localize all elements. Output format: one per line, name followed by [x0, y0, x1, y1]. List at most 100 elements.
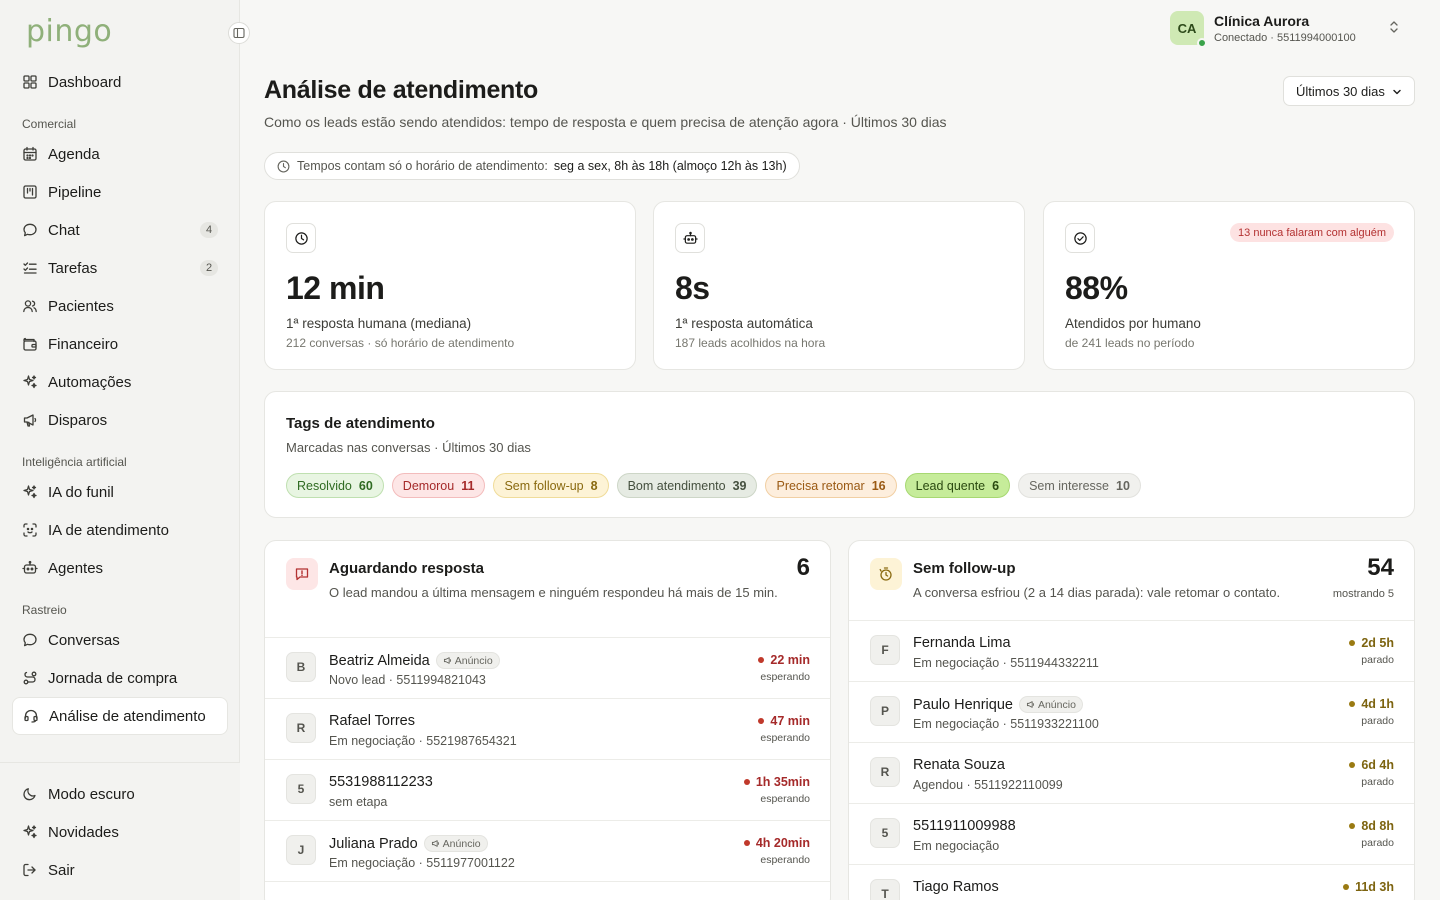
tag-chip-precisa-retomar[interactable]: Precisa retomar 16 [765, 473, 897, 498]
account-avatar: CA [1170, 11, 1207, 48]
no-followup-card: Sem follow-up A conversa esfriou (2 a 14… [848, 540, 1415, 900]
period-select[interactable]: Últimos 30 dias [1283, 76, 1415, 106]
lead-name: Paulo Henrique [913, 696, 1013, 713]
message-alert-icon [286, 558, 318, 590]
status-dot [1343, 884, 1350, 890]
megaphone-icon [22, 412, 38, 428]
tag-count: 10 [1116, 478, 1130, 493]
chevron-down-icon [1393, 89, 1401, 95]
business-hours-label: Tempos contam só o horário de atendiment… [297, 159, 548, 173]
kpi-label: 1ª resposta humana (mediana) [286, 316, 472, 331]
sidebar-item-agenda[interactable]: Agenda [12, 135, 228, 173]
lead-wait-time: 11d 3h [1343, 880, 1394, 894]
sidebar-item-tarefas[interactable]: Tarefas 2 [12, 249, 228, 287]
lead-row[interactable]: 5 5511911009988 Em negociação 8d 8h parado [849, 804, 1414, 865]
kpi-card: 13 nunca falaram com alguém 88% Atendidos … [1043, 201, 1415, 370]
kpi-warning-badge: 13 nunca falaram com alguém [1230, 223, 1394, 242]
status-dot [743, 840, 750, 846]
online-status-dot [1197, 38, 1207, 48]
tag-chip-bom-atendimento[interactable]: Bom atendimento 39 [616, 473, 758, 498]
lead-wait-time-value: 11d 3h [1355, 880, 1394, 894]
lead-row[interactable]: 5 5531988112233 sem etapa 1h 35min esperando [265, 760, 830, 821]
tags-card: Tags de atendimento Marcadas nas convers… [264, 391, 1415, 518]
business-hours-pill: Tempos contam só o horário de atendiment… [264, 152, 800, 180]
kpi-value: 12 min [286, 270, 385, 306]
sidebar-item-label: Conversas [48, 631, 120, 649]
sidebar-nav: Dashboard Comercial Agenda Pipeline Chat 4 Tar… [12, 63, 228, 735]
sidebar-item-conversas[interactable]: Conversas [12, 621, 228, 659]
bot-icon [22, 560, 38, 576]
sidebar-item-chat[interactable]: Chat 4 [12, 211, 228, 249]
lead-row[interactable]: F Fernanda Lima Em negociação · 5511944332… [849, 621, 1414, 682]
sidebar-item-label: Dashboard [48, 73, 122, 91]
lead-row[interactable]: R Rafael Torres Em negociação · 5521987654… [265, 699, 830, 760]
tag-chip-sem-follow-up[interactable]: Sem follow-up 8 [493, 473, 609, 498]
sidebar-item-label: IA do funil [48, 483, 114, 501]
tag-label: Demorou [402, 478, 455, 493]
account-switcher[interactable]: CA Clínica Aurora Conectado · 5511994000… [1170, 10, 1400, 48]
sidebar-item-sair[interactable]: Sair [12, 851, 228, 889]
scan-face-icon [23, 523, 37, 537]
lead-details: sem etapa [329, 795, 388, 809]
tag-chip-sem-interesse[interactable]: Sem interesse 10 [1018, 473, 1141, 498]
users-icon [22, 298, 38, 314]
tag-chip-lead-quente[interactable]: Lead quente 6 [904, 473, 1011, 498]
sidebar-item-ia-de-atendimento[interactable]: IA de atendimento [12, 511, 228, 549]
sidebar-item-label: IA de atendimento [48, 521, 169, 539]
tag-chip-resolvido[interactable]: Resolvido 60 [286, 473, 384, 498]
sidebar-item-automacoes[interactable]: Automações [12, 363, 228, 401]
awaiting-response-card: Aguardando resposta O lead mandou a últi… [264, 540, 831, 900]
megaphone-icon [23, 414, 37, 427]
period-select-label: Últimos 30 dias [1296, 83, 1385, 99]
account-name: Clínica Aurora [1214, 12, 1310, 29]
lead-avatar: F [870, 635, 900, 665]
ad-badge: Anúncio [1018, 696, 1083, 713]
sidebar-item-pipeline[interactable]: Pipeline [12, 173, 228, 211]
ad-badge-label: Anúncio [454, 654, 493, 667]
lead-row[interactable]: B Beatriz Almeida Anúncio Novo lead · 55119… [265, 638, 830, 699]
sidebar-item-modo-escuro[interactable]: Modo escuro [12, 775, 228, 813]
lead-details: Em negociação [913, 839, 1000, 853]
chat-bubble-icon [23, 633, 37, 647]
lead-details: Em negociação · 5521987654321 [329, 734, 517, 748]
status-dot [758, 718, 765, 724]
sidebar-bottom: Modo escuro Novidades Sair [0, 762, 240, 900]
sidebar-item-jornada-de-compra[interactable]: Jornada de compra [12, 659, 228, 697]
sidebar-item-ia-do-funil[interactable]: IA do funil [12, 473, 228, 511]
sidebar-item-financeiro[interactable]: Financeiro [12, 325, 228, 363]
sidebar-item-analise-de-atendimento[interactable]: Análise de atendimento [12, 697, 228, 735]
lead-wait-state: parado [1361, 715, 1394, 727]
tag-count: 8 [590, 478, 598, 493]
lead-row[interactable]: R Renata Souza Agendou · 5511922110099 6d 4… [849, 743, 1414, 804]
lead-row[interactable]: P Paulo Henrique Anúncio Em negociação · 55… [849, 682, 1414, 743]
sidebar-item-dashboard[interactable]: Dashboard [12, 63, 228, 101]
kpi-card: 12 min 1ª resposta humana (mediana) 212 co… [264, 201, 636, 370]
sidebar-item-label: Pacientes [48, 297, 114, 315]
clock-icon [277, 160, 290, 172]
sidebar-item-agentes[interactable]: Agentes [12, 549, 228, 587]
collapse-sidebar-button[interactable] [228, 22, 250, 44]
tag-chip-demorou[interactable]: Demorou 11 [391, 473, 486, 498]
sidebar-item-label: Tarefas [48, 259, 98, 277]
followup-count-sub: mostrando 5 [1332, 588, 1394, 600]
lead-name: Tiago Ramos [913, 879, 999, 895]
lead-avatar: 5 [870, 818, 900, 848]
calendar-icon [22, 146, 38, 162]
lead-wait-state: esperando [760, 793, 810, 805]
logout-icon [23, 863, 36, 877]
kpi-icon-box [675, 223, 705, 253]
sidebar-item-label: Análise de atendimento [49, 707, 206, 725]
app-logo[interactable]: pingo [26, 14, 112, 49]
sidebar-item-disparos[interactable]: Disparos [12, 401, 228, 439]
lead-avatar: J [286, 835, 316, 865]
sidebar-item-novidades[interactable]: Novidades [12, 813, 228, 851]
tag-count: 16 [871, 478, 886, 493]
sidebar-item-pacientes[interactable]: Pacientes [12, 287, 228, 325]
lead-row[interactable]: J Juliana Prado Anúncio Em negociação · 551… [265, 821, 830, 882]
sidebar-section-title: Inteligência artificial [22, 455, 127, 469]
lead-row[interactable]: T Tiago Ramos 11d 3h [849, 865, 1414, 900]
sidebar: pingo Dashboard Comercial Agenda Pipeline Ch… [0, 0, 240, 900]
ad-badge: Anúncio [435, 652, 500, 669]
wallet-icon [22, 336, 38, 352]
lead-wait-time-value: 47 min [770, 714, 810, 728]
